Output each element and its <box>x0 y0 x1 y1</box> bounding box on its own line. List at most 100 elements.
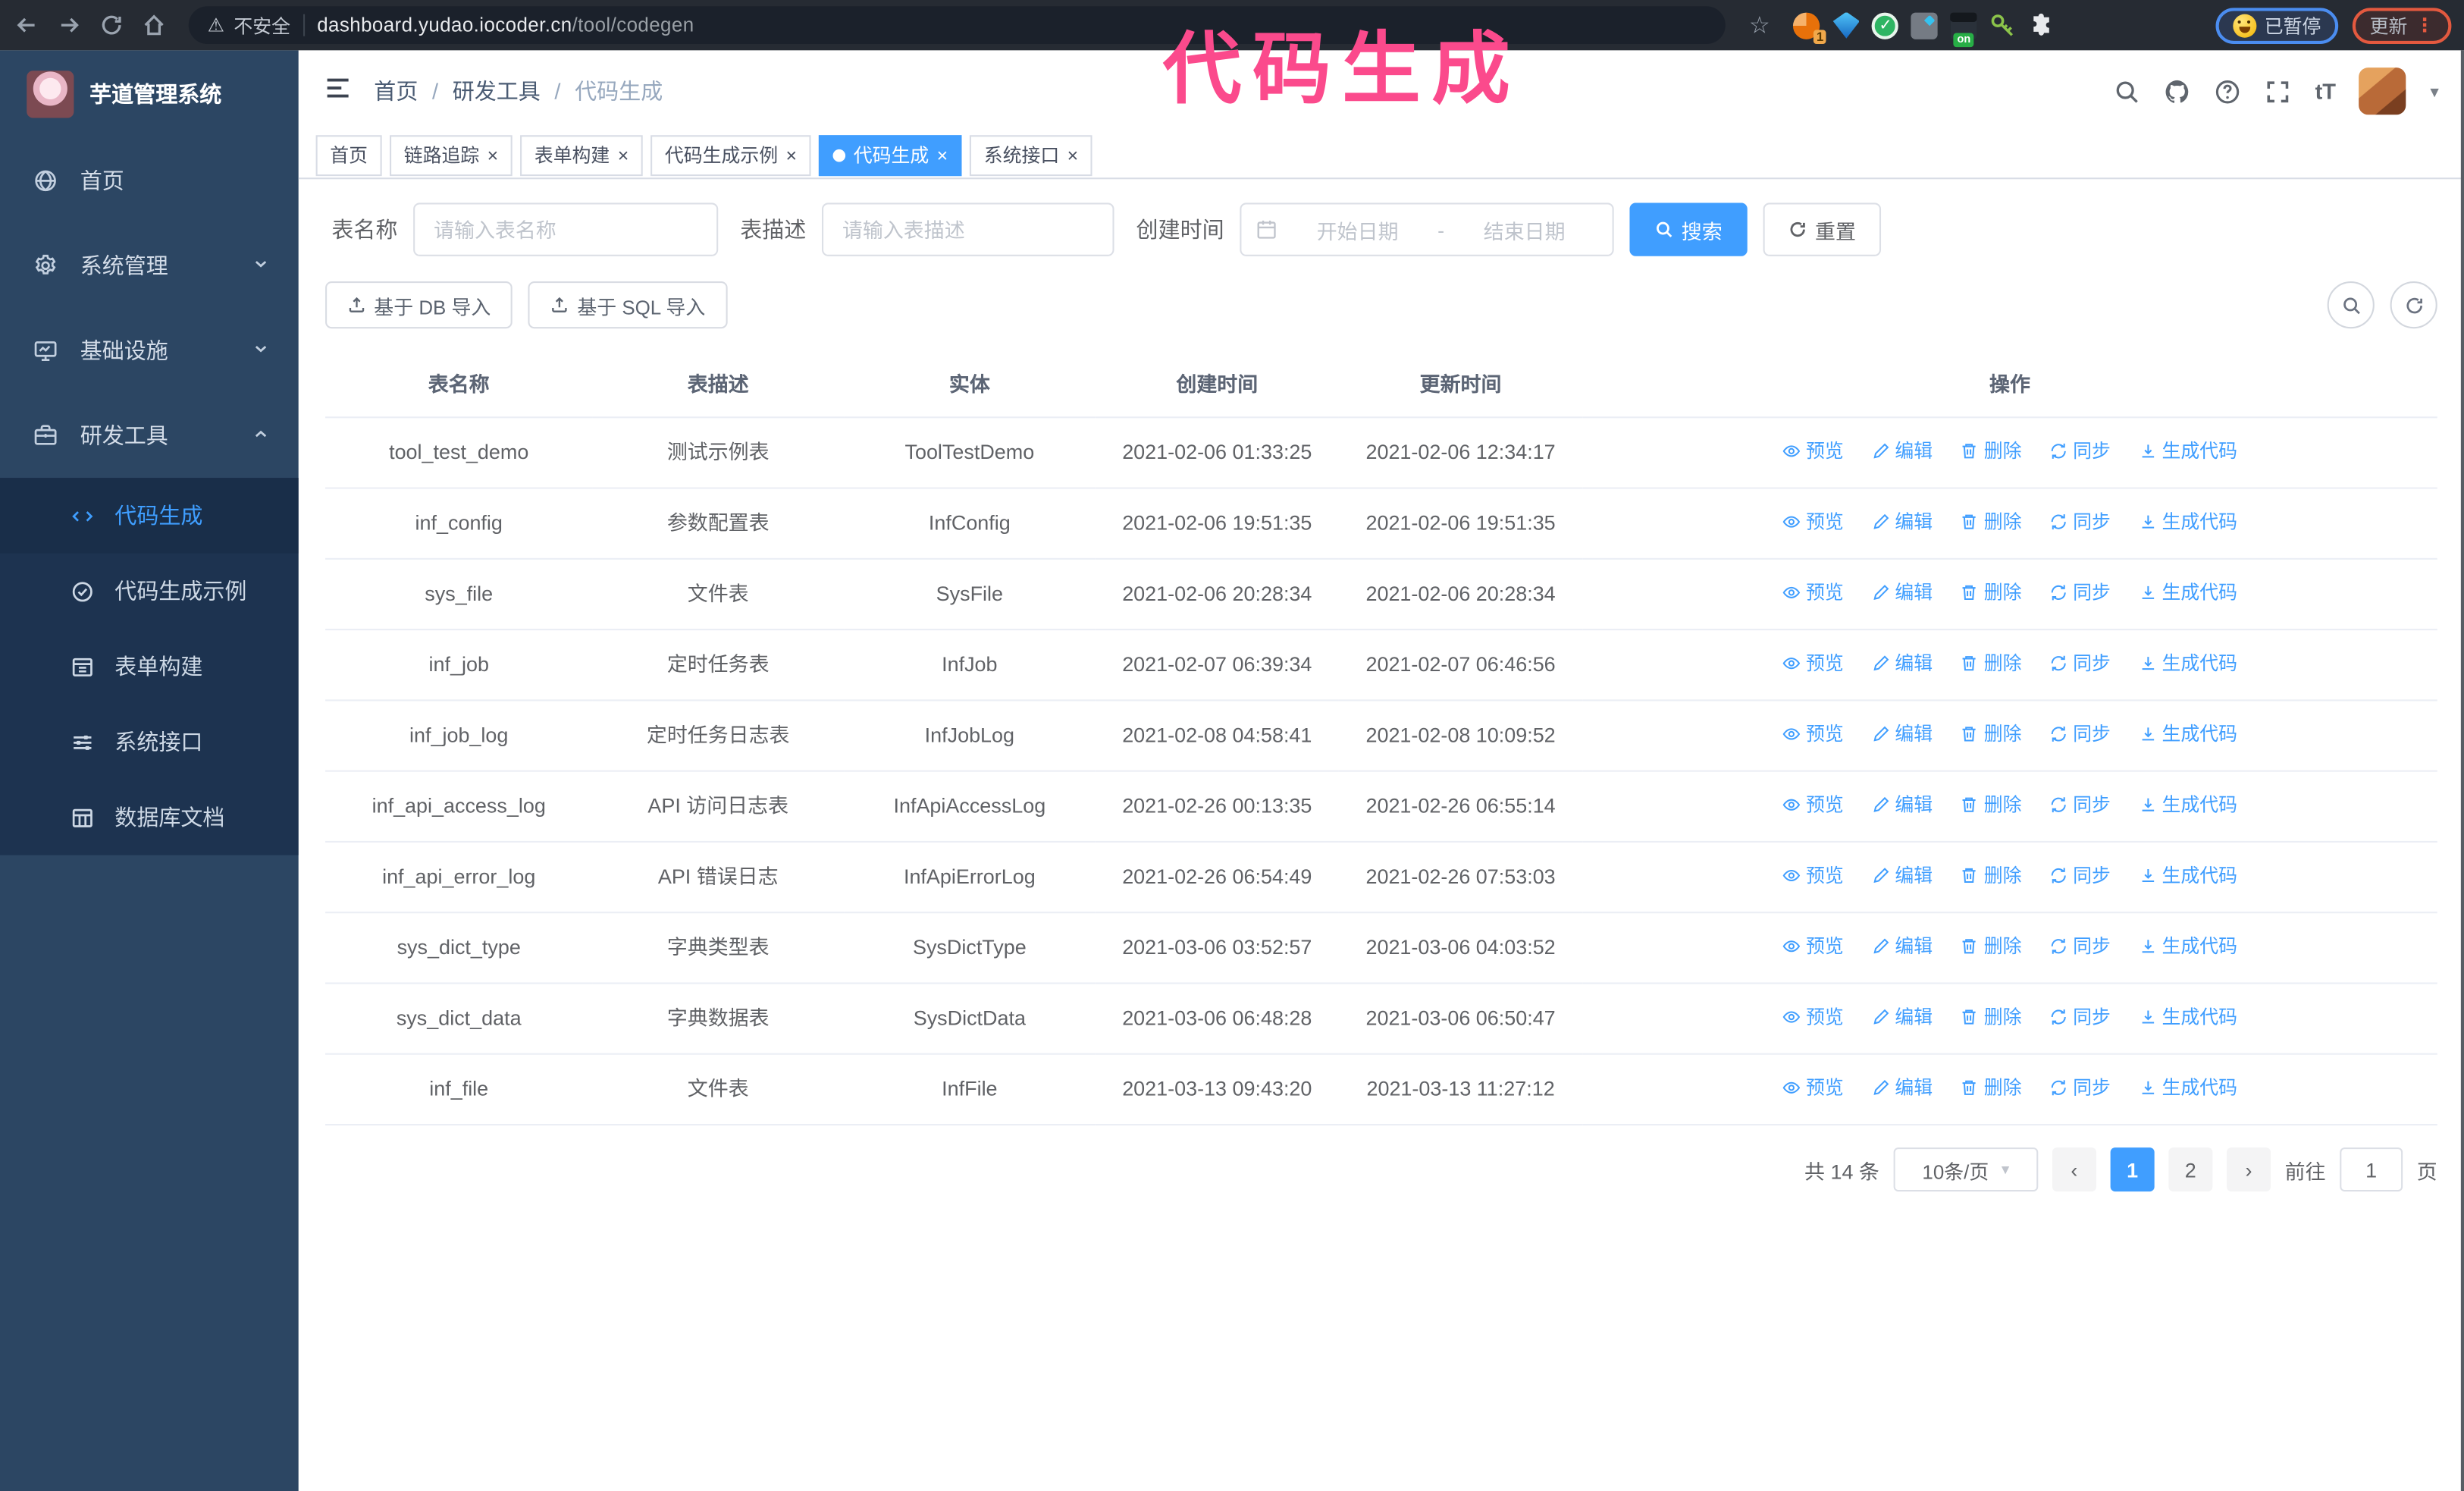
table-desc-input[interactable] <box>822 202 1114 256</box>
generate-code-link[interactable]: 生成代码 <box>2138 931 2237 962</box>
tab-close-icon[interactable]: × <box>786 146 798 165</box>
edit-link[interactable]: 编辑 <box>1871 577 1933 608</box>
tab-codegen[interactable]: 代码生成 × <box>819 134 962 176</box>
generate-code-link[interactable]: 生成代码 <box>2138 1072 2237 1103</box>
preview-link[interactable]: 预览 <box>1782 1072 1844 1103</box>
delete-link[interactable]: 删除 <box>1961 1072 2022 1103</box>
preview-link[interactable]: 预览 <box>1782 860 1844 891</box>
sync-link[interactable]: 同步 <box>2049 931 2111 962</box>
tab-close-icon[interactable]: × <box>937 146 948 165</box>
preview-link[interactable]: 预览 <box>1782 506 1844 537</box>
sync-link[interactable]: 同步 <box>2049 1001 2111 1032</box>
sync-link[interactable]: 同步 <box>2049 860 2111 891</box>
edit-link[interactable]: 编辑 <box>1871 506 1933 537</box>
page-button-1[interactable]: 1 <box>2110 1147 2155 1192</box>
edit-link[interactable]: 编辑 <box>1871 1001 1933 1032</box>
tab-close-icon[interactable]: × <box>487 146 499 165</box>
breadcrumb-devtools[interactable]: 研发工具 <box>453 75 541 106</box>
profile-paused-button[interactable]: 已暂停 <box>2215 7 2339 43</box>
tab-close-icon[interactable]: × <box>618 146 629 165</box>
sidebar-toggle-icon[interactable] <box>324 73 352 109</box>
edit-link[interactable]: 编辑 <box>1871 860 1933 891</box>
table-name-input[interactable] <box>413 202 719 256</box>
extension-key-icon[interactable] <box>1990 12 2017 39</box>
edit-link[interactable]: 编辑 <box>1871 718 1933 749</box>
preview-link[interactable]: 预览 <box>1782 789 1844 820</box>
delete-link[interactable]: 删除 <box>1961 789 2022 820</box>
generate-code-link[interactable]: 生成代码 <box>2138 577 2237 608</box>
search-button[interactable]: 搜索 <box>1629 202 1748 256</box>
extension-dark-icon[interactable]: on <box>1951 11 1978 47</box>
extension-grid-icon[interactable] <box>1911 11 1939 39</box>
browser-home-icon[interactable] <box>140 11 168 39</box>
preview-link[interactable]: 预览 <box>1782 1001 1844 1032</box>
preview-link[interactable]: 预览 <box>1782 577 1844 608</box>
reset-button[interactable]: 重置 <box>1763 202 1882 256</box>
extension-gem-icon[interactable] <box>1832 11 1860 39</box>
extensions-puzzle-icon[interactable] <box>2030 12 2056 39</box>
sidebar-item-codegen-example[interactable]: 代码生成示例 <box>0 554 299 629</box>
sync-link[interactable]: 同步 <box>2049 789 2111 820</box>
tab-system-api[interactable]: 系统接口 × <box>970 134 1092 176</box>
sidebar-item-system-api[interactable]: 系统接口 <box>0 705 299 780</box>
breadcrumb-home[interactable]: 首页 <box>374 75 418 106</box>
sidebar-item-infra[interactable]: 基础设施 <box>0 308 299 393</box>
address-bar[interactable]: ⚠ 不安全 dashboard.yudao.iocoder.cn/tool/co… <box>188 6 1726 45</box>
app-logo[interactable]: 芋道管理系统 <box>0 50 299 138</box>
tab-codegen-example[interactable]: 代码生成示例 × <box>650 134 811 176</box>
sidebar-item-form-builder[interactable]: 表单构建 <box>0 629 299 704</box>
browser-reload-icon[interactable] <box>98 11 126 39</box>
github-icon[interactable] <box>2165 78 2191 105</box>
sidebar-item-home[interactable]: 首页 <box>0 138 299 223</box>
sync-link[interactable]: 同步 <box>2049 718 2111 749</box>
sync-link[interactable]: 同步 <box>2049 1072 2111 1103</box>
browser-forward-icon[interactable] <box>55 11 83 39</box>
edit-link[interactable]: 编辑 <box>1871 435 1933 466</box>
sync-link[interactable]: 同步 <box>2049 506 2111 537</box>
preview-link[interactable]: 预览 <box>1782 648 1844 679</box>
tab-form-builder[interactable]: 表单构建 × <box>520 134 643 176</box>
date-range-picker[interactable]: 开始日期 - 结束日期 <box>1240 202 1614 256</box>
goto-page-input[interactable] <box>2340 1147 2403 1192</box>
prev-page-button[interactable]: ‹ <box>2052 1147 2096 1192</box>
security-chip[interactable]: ⚠ 不安全 <box>208 12 290 39</box>
edit-link[interactable]: 编辑 <box>1871 789 1933 820</box>
edit-link[interactable]: 编辑 <box>1871 931 1933 962</box>
sync-link[interactable]: 同步 <box>2049 577 2111 608</box>
extension-orange-icon[interactable]: 1 <box>1793 11 1827 43</box>
preview-link[interactable]: 预览 <box>1782 931 1844 962</box>
delete-link[interactable]: 删除 <box>1961 931 2022 962</box>
generate-code-link[interactable]: 生成代码 <box>2138 435 2237 466</box>
preview-link[interactable]: 预览 <box>1782 718 1844 749</box>
delete-link[interactable]: 删除 <box>1961 1001 2022 1032</box>
import-db-button[interactable]: 基于 DB 导入 <box>325 281 513 329</box>
generate-code-link[interactable]: 生成代码 <box>2138 860 2237 891</box>
sidebar-item-codegen[interactable]: 代码生成 <box>0 478 299 554</box>
generate-code-link[interactable]: 生成代码 <box>2138 648 2237 679</box>
delete-link[interactable]: 删除 <box>1961 506 2022 537</box>
sidebar-item-devtools[interactable]: 研发工具 <box>0 393 299 478</box>
delete-link[interactable]: 删除 <box>1961 648 2022 679</box>
window-scrollbar[interactable] <box>2460 50 2464 1491</box>
edit-link[interactable]: 编辑 <box>1871 648 1933 679</box>
delete-link[interactable]: 删除 <box>1961 860 2022 891</box>
tab-tracing[interactable]: 链路追踪 × <box>390 134 513 176</box>
delete-link[interactable]: 删除 <box>1961 577 2022 608</box>
generate-code-link[interactable]: 生成代码 <box>2138 718 2237 749</box>
fullscreen-icon[interactable] <box>2265 78 2291 105</box>
bookmark-star-icon[interactable]: ☆ <box>1749 11 1770 39</box>
delete-link[interactable]: 删除 <box>1961 718 2022 749</box>
toggle-search-button[interactable] <box>2327 281 2375 329</box>
page-button-2[interactable]: 2 <box>2168 1147 2213 1192</box>
extension-check-icon[interactable]: ✓ <box>1872 11 1899 39</box>
edit-link[interactable]: 编辑 <box>1871 1072 1933 1103</box>
avatar[interactable] <box>2359 67 2407 115</box>
delete-link[interactable]: 删除 <box>1961 435 2022 466</box>
font-size-icon[interactable]: tT <box>2315 79 2336 104</box>
generate-code-link[interactable]: 生成代码 <box>2138 789 2237 820</box>
caret-down-icon[interactable]: ▾ <box>2430 81 2438 102</box>
preview-link[interactable]: 预览 <box>1782 435 1844 466</box>
tab-home[interactable]: 首页 <box>315 134 382 176</box>
sync-link[interactable]: 同步 <box>2049 435 2111 466</box>
sync-link[interactable]: 同步 <box>2049 648 2111 679</box>
